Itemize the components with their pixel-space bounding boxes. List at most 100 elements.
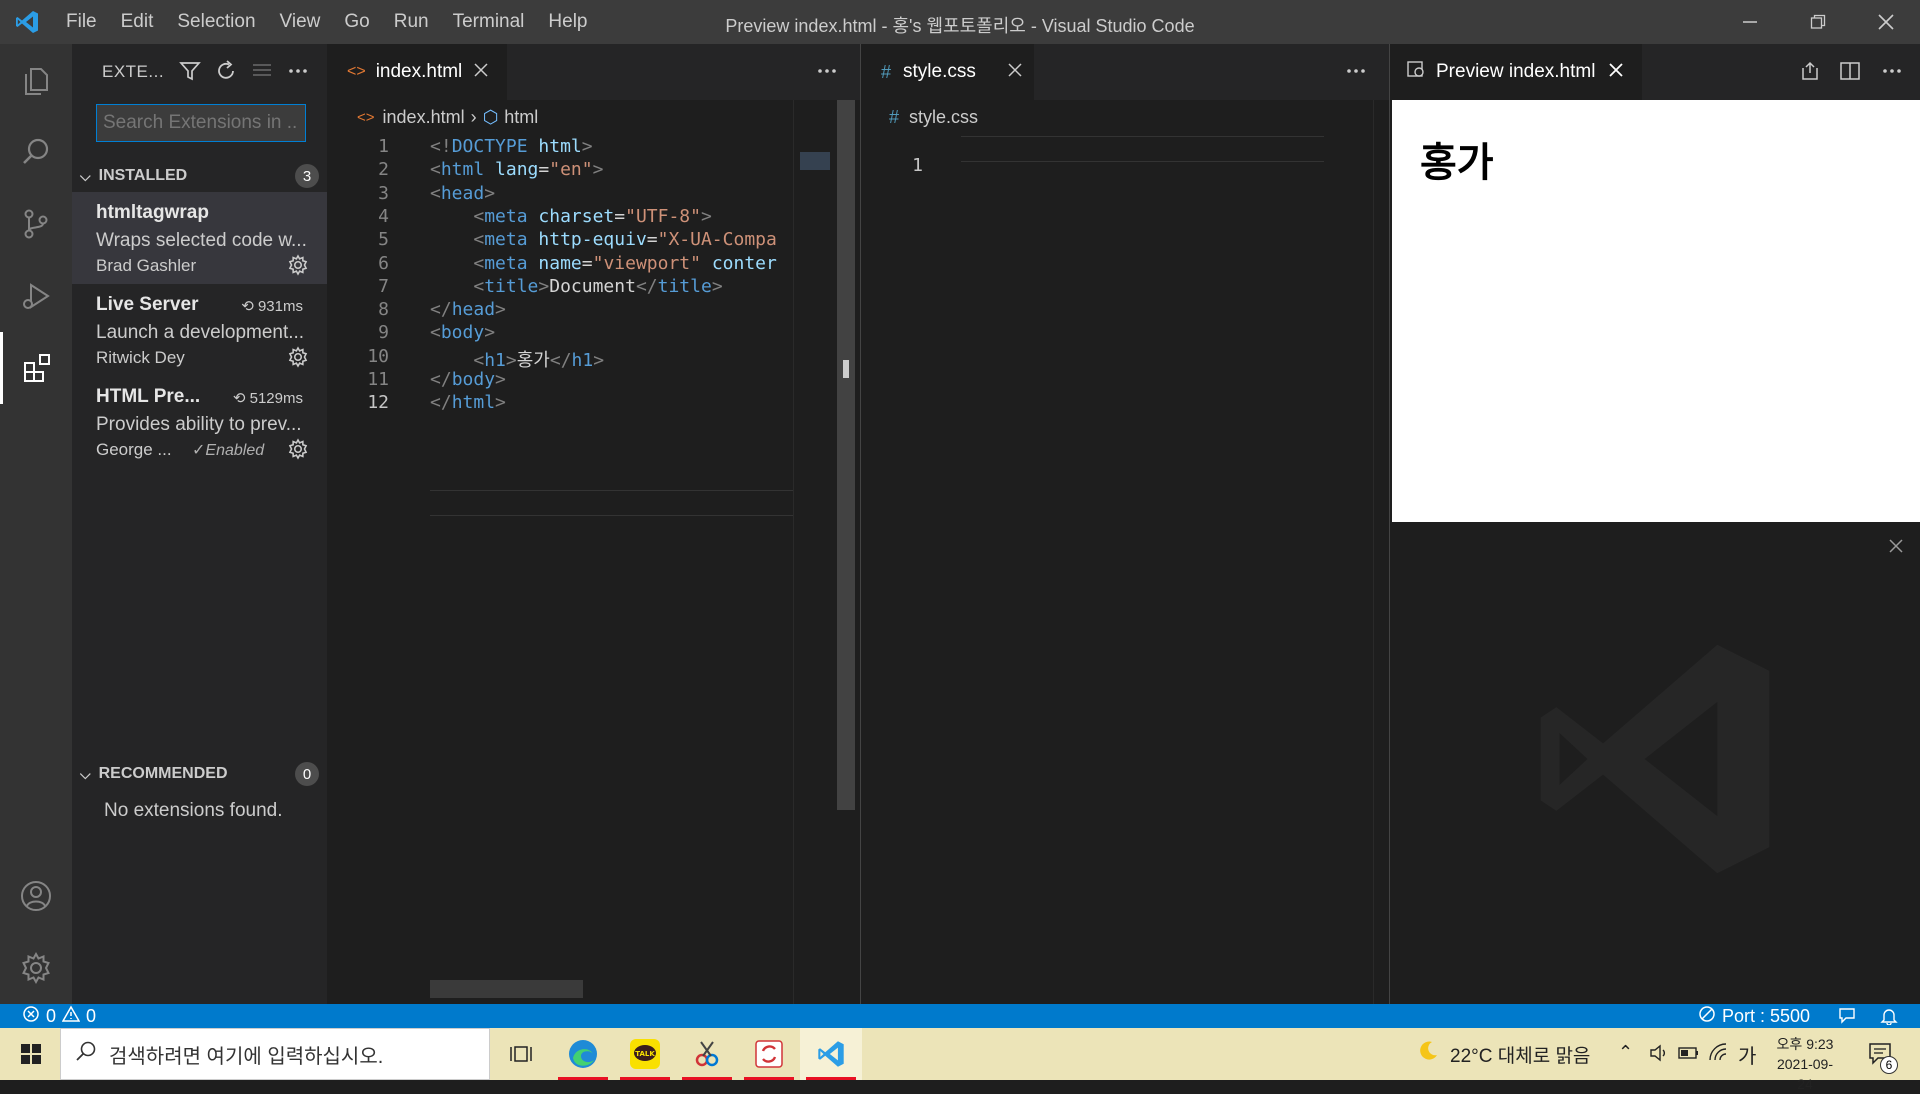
preview-icon bbox=[1406, 59, 1426, 85]
more-actions-icon[interactable] bbox=[1345, 60, 1367, 87]
line-number: 10 bbox=[367, 345, 389, 367]
code-line[interactable]: 12 </html> bbox=[327, 392, 793, 420]
open-source-icon[interactable] bbox=[1799, 60, 1821, 87]
code-token: </ bbox=[635, 275, 658, 297]
tab-style-css[interactable]: # style.css bbox=[861, 44, 1034, 100]
manage-gear-icon[interactable] bbox=[287, 254, 309, 281]
minimize-button[interactable] bbox=[1716, 0, 1784, 44]
edge-browser-icon[interactable] bbox=[552, 1028, 614, 1080]
code-token: h1 bbox=[484, 349, 506, 371]
close-panel-icon[interactable] bbox=[1888, 538, 1904, 559]
preview-pane[interactable]: 홍가 bbox=[1392, 100, 1920, 522]
run-debug-icon[interactable] bbox=[0, 260, 72, 332]
weather-widget[interactable]: 22°C 대체로 맑음 bbox=[1416, 1028, 1590, 1080]
menu-go[interactable]: Go bbox=[332, 0, 381, 44]
menu-edit[interactable]: Edit bbox=[109, 0, 166, 44]
wifi-icon[interactable] bbox=[1708, 1042, 1730, 1069]
close-tab-icon[interactable] bbox=[1008, 61, 1022, 83]
extension-author: Ritwick Dey bbox=[96, 348, 185, 367]
menu-help[interactable]: Help bbox=[536, 0, 599, 44]
source-control-icon[interactable] bbox=[0, 188, 72, 260]
menu-selection[interactable]: Selection bbox=[165, 0, 267, 44]
code-text: <!DOCTYPE html> bbox=[430, 136, 593, 157]
breadcrumb-symbol[interactable]: html bbox=[504, 107, 538, 128]
code-line[interactable]: 1 bbox=[861, 134, 1389, 176]
vertical-scrollbar[interactable] bbox=[1373, 100, 1390, 1004]
menu-terminal[interactable]: Terminal bbox=[441, 0, 537, 44]
breadcrumb-file[interactable]: style.css bbox=[909, 107, 978, 128]
vscode-logo-icon bbox=[0, 0, 54, 44]
tab-label: style.css bbox=[903, 61, 976, 82]
extensions-icon[interactable] bbox=[0, 332, 72, 404]
code-token: > bbox=[538, 275, 550, 297]
restore-button[interactable] bbox=[1784, 0, 1852, 44]
manage-gear-icon[interactable] bbox=[287, 438, 309, 465]
minimap-slider[interactable] bbox=[800, 152, 830, 170]
code-token: > bbox=[495, 369, 506, 390]
breadcrumb: <> index.html › ⬡ html bbox=[357, 102, 538, 132]
code-token: "UTF-8" bbox=[625, 205, 701, 227]
sidebar-actions bbox=[179, 60, 309, 87]
no-extensions-message: No extensions found. bbox=[104, 800, 283, 821]
split-editor-icon[interactable] bbox=[1839, 60, 1861, 87]
code-token: <! bbox=[430, 136, 452, 157]
more-actions-icon[interactable] bbox=[287, 60, 309, 87]
kakaotalk-icon[interactable]: TALK bbox=[614, 1028, 676, 1080]
refresh-icon[interactable] bbox=[215, 60, 237, 87]
horizontal-scrollbar[interactable] bbox=[430, 980, 583, 998]
close-tab-icon[interactable] bbox=[1609, 61, 1624, 83]
tab-preview-index-html[interactable]: Preview index.html bbox=[1390, 44, 1642, 100]
battery-icon[interactable] bbox=[1678, 1044, 1700, 1067]
settings-gear-icon[interactable] bbox=[0, 932, 72, 1004]
menu-run[interactable]: Run bbox=[382, 0, 441, 44]
explorer-icon[interactable] bbox=[0, 44, 72, 116]
extension-item-live-server[interactable]: Live Server ⟲ 931ms Launch a development… bbox=[72, 284, 327, 376]
recommended-label: RECOMMENDED bbox=[98, 765, 228, 782]
extension-item-htmltagwrap[interactable]: htmltagwrap Wraps selected code w... Bra… bbox=[72, 192, 327, 284]
sync-app-icon[interactable] bbox=[738, 1028, 800, 1080]
more-actions-icon[interactable] bbox=[1881, 60, 1903, 87]
menu-file[interactable]: File bbox=[54, 0, 109, 44]
show-hidden-icons-chevron-icon[interactable]: ⌃ bbox=[1618, 1042, 1633, 1063]
more-actions-icon[interactable] bbox=[816, 60, 838, 87]
task-view-icon[interactable] bbox=[490, 1028, 552, 1080]
code-token: lang bbox=[495, 159, 539, 181]
line-number: 12 bbox=[367, 392, 389, 414]
account-icon[interactable] bbox=[0, 860, 72, 932]
menu-view[interactable]: View bbox=[268, 0, 333, 44]
tab-bar: # style.css bbox=[861, 44, 1389, 100]
minimap[interactable] bbox=[793, 100, 843, 1004]
installed-section-header[interactable]: ⌵ INSTALLED 3 bbox=[72, 160, 327, 192]
clock[interactable]: 오후 9:23 2021-09-24 bbox=[1770, 1034, 1840, 1094]
filter-icon[interactable] bbox=[179, 60, 201, 87]
close-tab-icon[interactable] bbox=[474, 61, 488, 83]
extension-item-html-preview[interactable]: HTML Pre... ⟲ 5129ms Provides ability to… bbox=[72, 376, 327, 468]
code-token: > bbox=[581, 136, 593, 157]
ime-indicator[interactable]: 가 bbox=[1738, 1040, 1756, 1069]
manage-gear-icon[interactable] bbox=[287, 346, 309, 373]
live-server-port[interactable]: Port : 5500 bbox=[1698, 1004, 1810, 1028]
code-text: <meta http-equiv="X-UA-Compa bbox=[430, 229, 776, 250]
vscode-taskbar-icon[interactable] bbox=[800, 1028, 862, 1080]
code-token: charset bbox=[538, 205, 615, 227]
search-icon[interactable] bbox=[0, 116, 72, 188]
volume-icon[interactable] bbox=[1648, 1042, 1670, 1069]
extension-author: Brad Gashler bbox=[96, 256, 197, 275]
snipping-tool-icon[interactable] bbox=[676, 1028, 738, 1080]
tab-index-html[interactable]: <> index.html bbox=[327, 44, 507, 100]
windows-start-icon[interactable] bbox=[0, 1028, 62, 1080]
error-icon bbox=[22, 1005, 40, 1028]
problems-indicator[interactable]: 0 0 bbox=[22, 1004, 96, 1028]
recommended-section-header[interactable]: ⌵ RECOMMENDED 0 bbox=[72, 758, 327, 790]
feedback-icon[interactable] bbox=[1838, 1007, 1858, 1030]
clear-icon[interactable] bbox=[251, 60, 273, 87]
line-number: 3 bbox=[378, 182, 389, 204]
port-icon bbox=[1698, 1005, 1716, 1028]
code-token: < bbox=[430, 322, 441, 344]
search-extensions-input[interactable] bbox=[96, 104, 306, 142]
notifications-bell-icon[interactable] bbox=[1880, 1007, 1898, 1030]
close-window-button[interactable] bbox=[1852, 0, 1920, 44]
vertical-scrollbar[interactable] bbox=[837, 100, 855, 810]
taskbar-search-box[interactable]: 검색하려면 여기에 입력하십시오. bbox=[60, 1028, 490, 1080]
breadcrumb-file[interactable]: index.html bbox=[383, 107, 465, 128]
